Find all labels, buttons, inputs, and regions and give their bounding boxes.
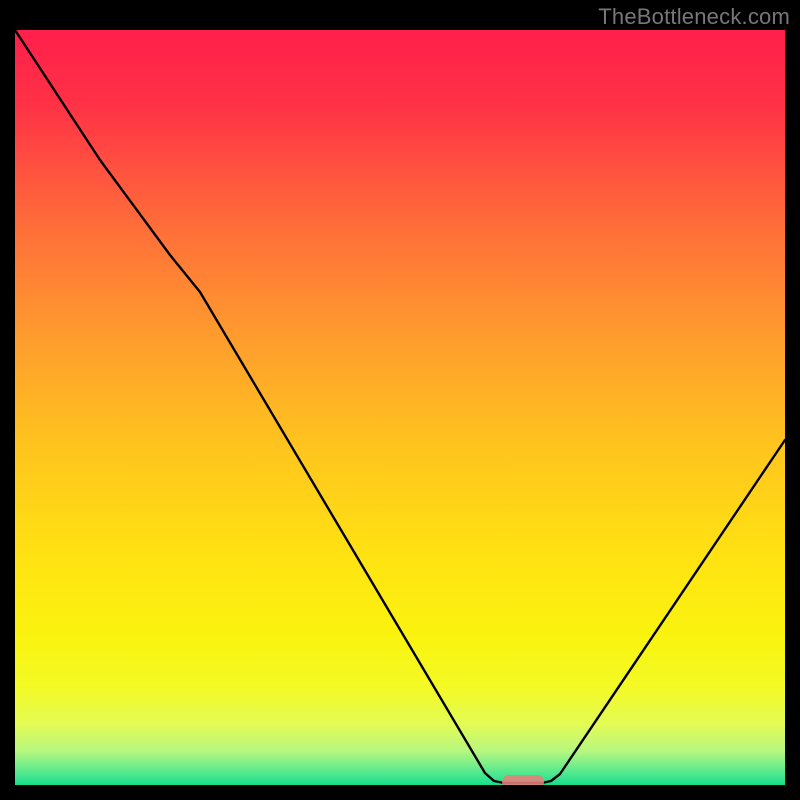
chart-frame: TheBottleneck.com: [0, 0, 800, 800]
plot-area: [15, 30, 785, 785]
bottleneck-curve: [15, 30, 785, 785]
optimal-marker: [502, 775, 544, 785]
watermark-text: TheBottleneck.com: [598, 4, 790, 30]
